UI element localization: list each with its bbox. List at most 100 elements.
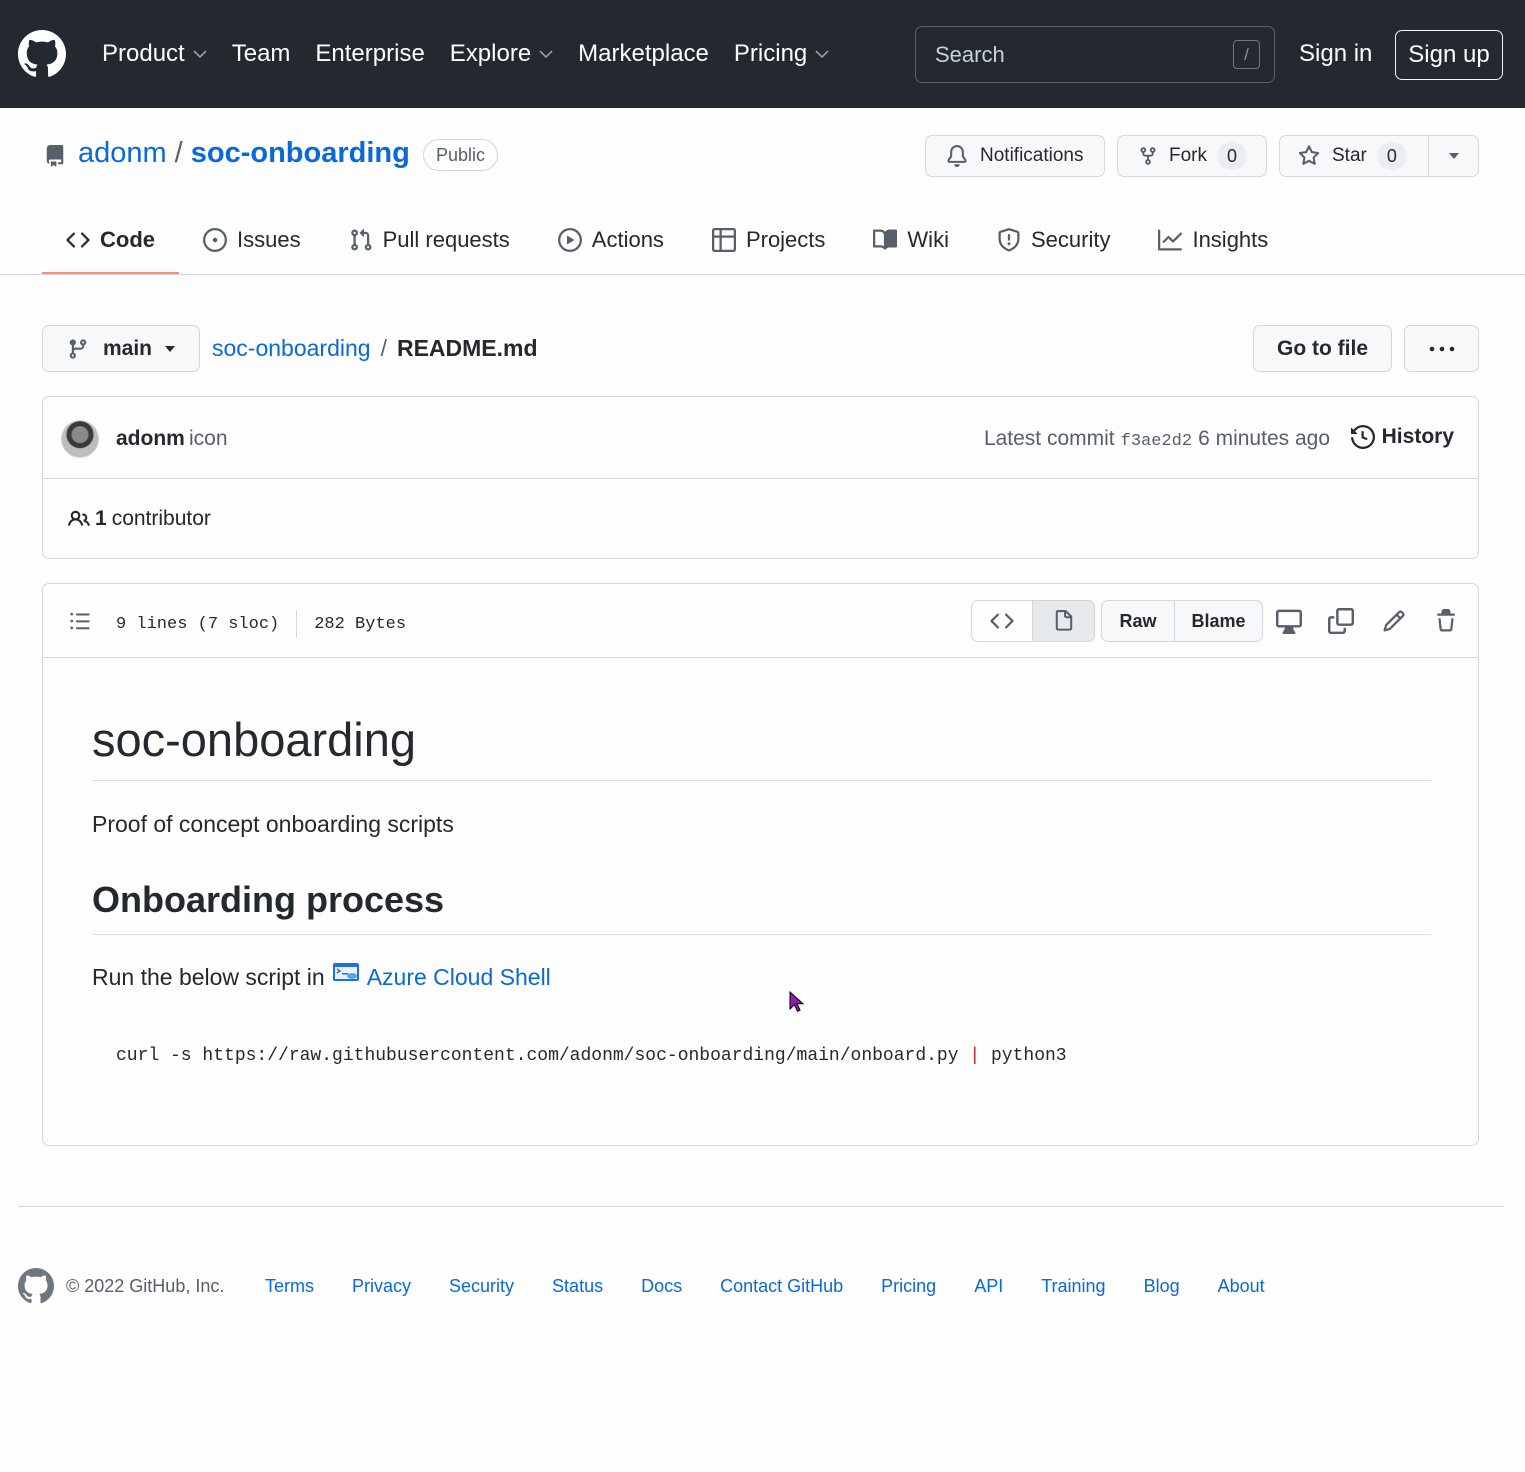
- tab-security[interactable]: Security: [973, 205, 1134, 275]
- footer-link-training[interactable]: Training: [1041, 1276, 1105, 1297]
- history-icon: [1350, 425, 1375, 449]
- readme-h2: Onboarding process: [92, 879, 445, 920]
- star-button[interactable]: Star 0: [1279, 135, 1429, 177]
- visibility-badge: Public: [423, 139, 499, 171]
- delete-file-button[interactable]: [1431, 606, 1461, 636]
- footer-link-api[interactable]: API: [974, 1276, 1003, 1297]
- kebab-horizontal-icon: [1429, 346, 1454, 351]
- chevron-down-icon: [815, 50, 829, 59]
- instructions-text: Run the below script in: [92, 964, 325, 990]
- footer-link-privacy[interactable]: Privacy: [352, 1276, 411, 1297]
- nav-pricing[interactable]: Pricing: [734, 40, 829, 68]
- branch-select-button[interactable]: main: [42, 325, 200, 372]
- tab-actions[interactable]: Actions: [534, 205, 688, 275]
- chevron-down-icon: [539, 50, 553, 59]
- copy-raw-button[interactable]: [1326, 606, 1356, 636]
- commit-meta: Latest commit f3ae2d2 6 minutes ago: [984, 427, 1330, 451]
- tab-code[interactable]: Code: [42, 205, 179, 275]
- edit-file-button[interactable]: [1379, 606, 1409, 636]
- blame-button[interactable]: Blame: [1174, 600, 1263, 642]
- nav-product[interactable]: Product: [102, 40, 207, 68]
- tab-actions-label: Actions: [591, 227, 664, 252]
- list-unordered-icon[interactable]: [68, 610, 92, 632]
- footer-link-terms[interactable]: Terms: [265, 1276, 314, 1297]
- open-desktop-button[interactable]: [1274, 606, 1304, 636]
- footer-link-pricing[interactable]: Pricing: [881, 1276, 936, 1297]
- tab-code-label: Code: [100, 227, 155, 252]
- tab-wiki[interactable]: Wiki: [849, 205, 973, 275]
- tabs-divider: [0, 274, 1525, 275]
- commit-author-suffix: icon: [189, 427, 228, 450]
- tab-issues[interactable]: Issues: [179, 205, 325, 275]
- raw-button[interactable]: Raw: [1101, 600, 1175, 642]
- tab-projects-label: Projects: [745, 227, 826, 252]
- nav-pricing-label: Pricing: [733, 40, 808, 67]
- footer-link-status[interactable]: Status: [552, 1276, 603, 1297]
- file-icon: [1055, 610, 1072, 631]
- tab-insights[interactable]: Insights: [1134, 205, 1292, 275]
- footer-link-about[interactable]: About: [1218, 1276, 1265, 1297]
- file-header: 9 lines (7 sloc) 282 Bytes Raw Blame: [43, 584, 1478, 658]
- nav-product-label: Product: [102, 40, 185, 67]
- breadcrumb-file: README.md: [396, 335, 538, 361]
- footer-link-contact[interactable]: Contact GitHub: [720, 1276, 843, 1297]
- sign-up-button[interactable]: Sign up: [1395, 30, 1503, 80]
- copy-icon: [1328, 608, 1354, 634]
- table-icon: [711, 228, 736, 252]
- footer-link-security[interactable]: Security: [449, 1276, 514, 1297]
- github-logo-icon[interactable]: [18, 1268, 54, 1304]
- footer-link-docs[interactable]: Docs: [641, 1276, 682, 1297]
- fork-button[interactable]: Fork 0: [1117, 135, 1267, 177]
- footer-link-blog[interactable]: Blog: [1144, 1276, 1180, 1297]
- notifications-button[interactable]: Notifications: [925, 135, 1105, 177]
- commit-time: 6 minutes ago: [1198, 427, 1330, 450]
- nav-team[interactable]: Team: [232, 40, 291, 68]
- repo-owner-link[interactable]: adonm: [78, 137, 167, 170]
- sign-in-link[interactable]: Sign in: [1299, 40, 1372, 68]
- breadcrumb-separator: /: [380, 335, 387, 361]
- tab-pull-requests[interactable]: Pull requests: [325, 205, 534, 275]
- repo-name-link[interactable]: soc-onboarding: [191, 137, 410, 170]
- branch-name: main: [103, 336, 153, 360]
- go-to-file-button[interactable]: Go to file: [1253, 325, 1392, 372]
- history-label: History: [1381, 425, 1454, 448]
- file-info-divider: [296, 610, 298, 638]
- search-input[interactable]: [916, 27, 1274, 82]
- code-command: curl -s https://raw.githubusercontent.co…: [116, 1046, 959, 1066]
- tab-projects[interactable]: Projects: [688, 205, 849, 275]
- play-icon: [557, 228, 582, 252]
- file-lines: 9 lines (7 sloc): [116, 614, 280, 634]
- nav-enterprise[interactable]: Enterprise: [315, 40, 424, 68]
- search-box: /: [915, 26, 1275, 83]
- tab-wiki-label: Wiki: [907, 227, 949, 252]
- nav-explore[interactable]: Explore: [450, 40, 553, 68]
- book-icon: [873, 229, 898, 250]
- trash-icon: [1437, 609, 1455, 632]
- issue-icon: [203, 228, 227, 252]
- history-link[interactable]: History: [1350, 425, 1454, 449]
- code-tail: python3: [990, 1046, 1067, 1066]
- code-icon: [990, 613, 1014, 629]
- tab-security-label: Security: [1030, 227, 1111, 252]
- display-rendered-button[interactable]: [1032, 600, 1095, 642]
- github-logo-icon[interactable]: [18, 30, 66, 78]
- triangle-down-icon: [1448, 153, 1459, 159]
- commit-author-link[interactable]: adonm: [116, 427, 185, 451]
- star-list-dropdown-button[interactable]: [1428, 135, 1479, 177]
- cloud-shell-icon[interactable]: [332, 962, 359, 981]
- azure-cloud-shell-link[interactable]: Azure Cloud Shell: [367, 964, 551, 991]
- breadcrumb-repo-link[interactable]: soc-onboarding: [212, 335, 371, 362]
- contributors-link[interactable]: 1 contributor: [67, 507, 211, 531]
- commit-sha-link[interactable]: f3ae2d2: [1121, 432, 1192, 451]
- footer-divider: [18, 1206, 1503, 1207]
- desktop-icon: [1276, 609, 1302, 634]
- avatar[interactable]: [61, 420, 99, 458]
- display-source-button[interactable]: [971, 600, 1033, 642]
- h2-divider: [92, 934, 1431, 935]
- footer-links: Terms Privacy Security Status Docs Conta…: [265, 1276, 1303, 1297]
- readme-instructions: Run the below script in Azure Cloud Shel…: [92, 962, 551, 991]
- footer-copyright: © 2022 GitHub, Inc.: [66, 1276, 225, 1296]
- more-options-button[interactable]: [1404, 325, 1479, 372]
- graph-icon: [1158, 229, 1183, 251]
- nav-marketplace[interactable]: Marketplace: [578, 40, 709, 68]
